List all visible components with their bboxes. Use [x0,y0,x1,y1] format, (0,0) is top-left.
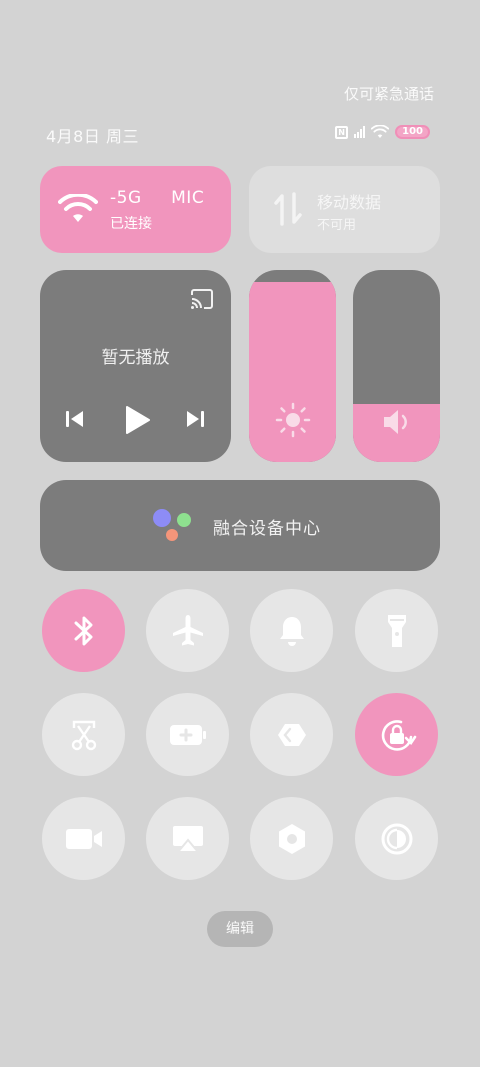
share-toggle[interactable] [250,693,333,776]
battery-saver-toggle[interactable] [146,693,229,776]
status-icons: N 100 [335,123,430,141]
device-center-tile[interactable]: 融合设备中心 [40,480,440,571]
cast-icon[interactable] [189,288,215,310]
dark-mode-toggle[interactable] [355,797,438,880]
emergency-call-status: 仅可紧急通话 [343,85,434,103]
mobile-data-status: 不可用 [317,218,357,233]
brightness-slider[interactable] [249,270,336,462]
bell-icon [279,616,304,646]
wifi-network-name: -5G MIC [110,188,205,208]
ring-toggle[interactable] [250,589,333,672]
play-icon[interactable] [122,404,152,436]
media-player-tile[interactable]: 暂无播放 [40,270,231,462]
airplay-icon [172,825,203,853]
wifi-icon [58,194,98,222]
rotation-lock-icon [381,719,416,751]
speaker-icon [383,410,407,434]
nfc-icon: N [335,125,349,139]
scissors-icon [71,720,96,750]
screen-record-toggle[interactable] [42,797,125,880]
rotation-lock-toggle[interactable] [355,693,438,776]
date-label: 4月8日 周三 [46,127,139,146]
share-icon [277,723,306,746]
device-center-label: 融合设备中心 [213,519,321,539]
mobile-data-icon [274,192,302,226]
battery-indicator: 100 [395,125,430,139]
signal-icon [354,126,366,138]
mobile-data-title: 移动数据 [317,193,382,212]
wifi-status-icon [371,125,390,138]
wifi-connection-status: 已连接 [110,216,152,232]
previous-icon[interactable] [64,408,86,430]
airplane-toggle[interactable] [146,589,229,672]
screen-cast-toggle[interactable] [146,797,229,880]
video-camera-icon [65,828,102,849]
media-status-text: 暂无播放 [101,348,170,368]
edit-button[interactable]: 编辑 [207,911,273,947]
screenshot-toggle[interactable] [42,693,125,776]
battery-plus-icon [169,724,206,745]
flashlight-toggle[interactable] [355,589,438,672]
airplane-icon [172,614,203,645]
flashlight-icon [387,614,406,647]
bluetooth-toggle[interactable] [42,589,125,672]
settings-toggle[interactable] [250,797,333,880]
bluetooth-icon [74,616,92,645]
sun-icon [275,402,310,438]
wifi-tile[interactable]: -5G MIC 已连接 [40,166,231,253]
mobile-data-tile[interactable]: 移动数据 不可用 [249,166,440,253]
next-icon[interactable] [184,408,206,430]
volume-slider[interactable] [353,270,440,462]
hexagon-nut-icon [278,823,305,854]
device-center-icon [153,509,191,541]
contrast-icon [381,823,412,854]
